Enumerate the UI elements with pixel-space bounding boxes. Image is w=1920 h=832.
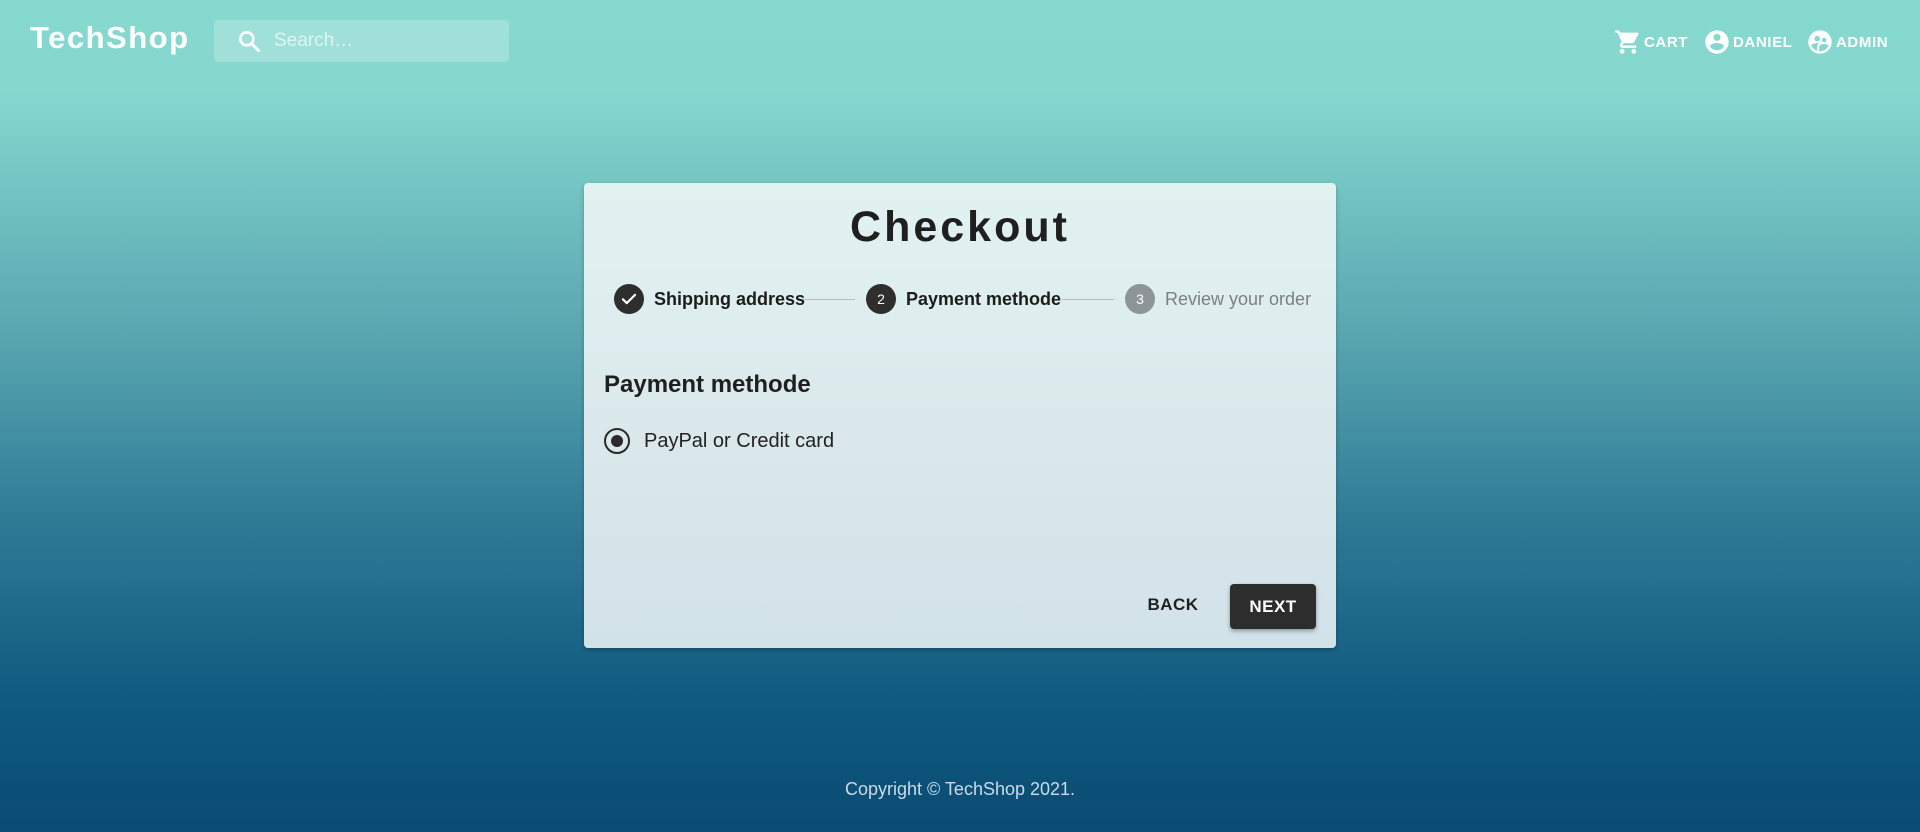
step-payment-method: 2 Payment methode xyxy=(866,283,1061,315)
radio-selected-dot xyxy=(611,435,623,447)
step-number: 3 xyxy=(1125,284,1155,314)
supervisor-account-icon xyxy=(1808,30,1832,54)
cart-label: CART xyxy=(1644,33,1689,51)
cart-icon xyxy=(1615,30,1639,54)
next-button[interactable]: NEXT xyxy=(1230,584,1316,629)
search-box[interactable] xyxy=(214,20,509,62)
radio-button[interactable] xyxy=(604,428,630,454)
step-connector xyxy=(803,299,855,300)
footer-copyright: Copyright © TechShop 2021. xyxy=(844,779,1076,799)
step-shipping-address: Shipping address xyxy=(614,283,805,315)
step-number: 2 xyxy=(866,284,896,314)
account-circle-icon xyxy=(1705,30,1729,54)
user-account-link[interactable]: DANIEL xyxy=(1703,26,1792,58)
search-input[interactable] xyxy=(274,26,494,56)
user-name-label: DANIEL xyxy=(1733,33,1793,51)
admin-label: ADMIN xyxy=(1836,33,1889,51)
step-label: Payment methode xyxy=(906,288,1062,309)
admin-link[interactable]: ADMIN xyxy=(1806,26,1888,58)
step-label: Review your order xyxy=(1165,288,1312,309)
cart-link[interactable]: CART xyxy=(1614,26,1688,58)
search-icon xyxy=(239,31,261,53)
page-title: Checkout xyxy=(850,203,1070,251)
brand-logo[interactable]: TechShop xyxy=(30,20,190,56)
payment-option-label: PayPal or Credit card xyxy=(644,429,835,452)
step-completed-marker xyxy=(614,284,644,314)
back-button[interactable]: BACK xyxy=(1137,583,1209,627)
payment-option-paypal[interactable]: PayPal or Credit card xyxy=(604,427,834,455)
section-title: Payment methode xyxy=(604,371,811,398)
step-label: Shipping address xyxy=(654,288,806,309)
step-review-order: 3 Review your order xyxy=(1125,283,1311,315)
step-connector xyxy=(1062,299,1114,300)
top-app-bar: TechShop CART DANIEL ADMIN xyxy=(0,0,1920,84)
checkout-card: Checkout Shipping address 2 Payment meth… xyxy=(584,183,1336,648)
check-icon xyxy=(621,293,637,305)
